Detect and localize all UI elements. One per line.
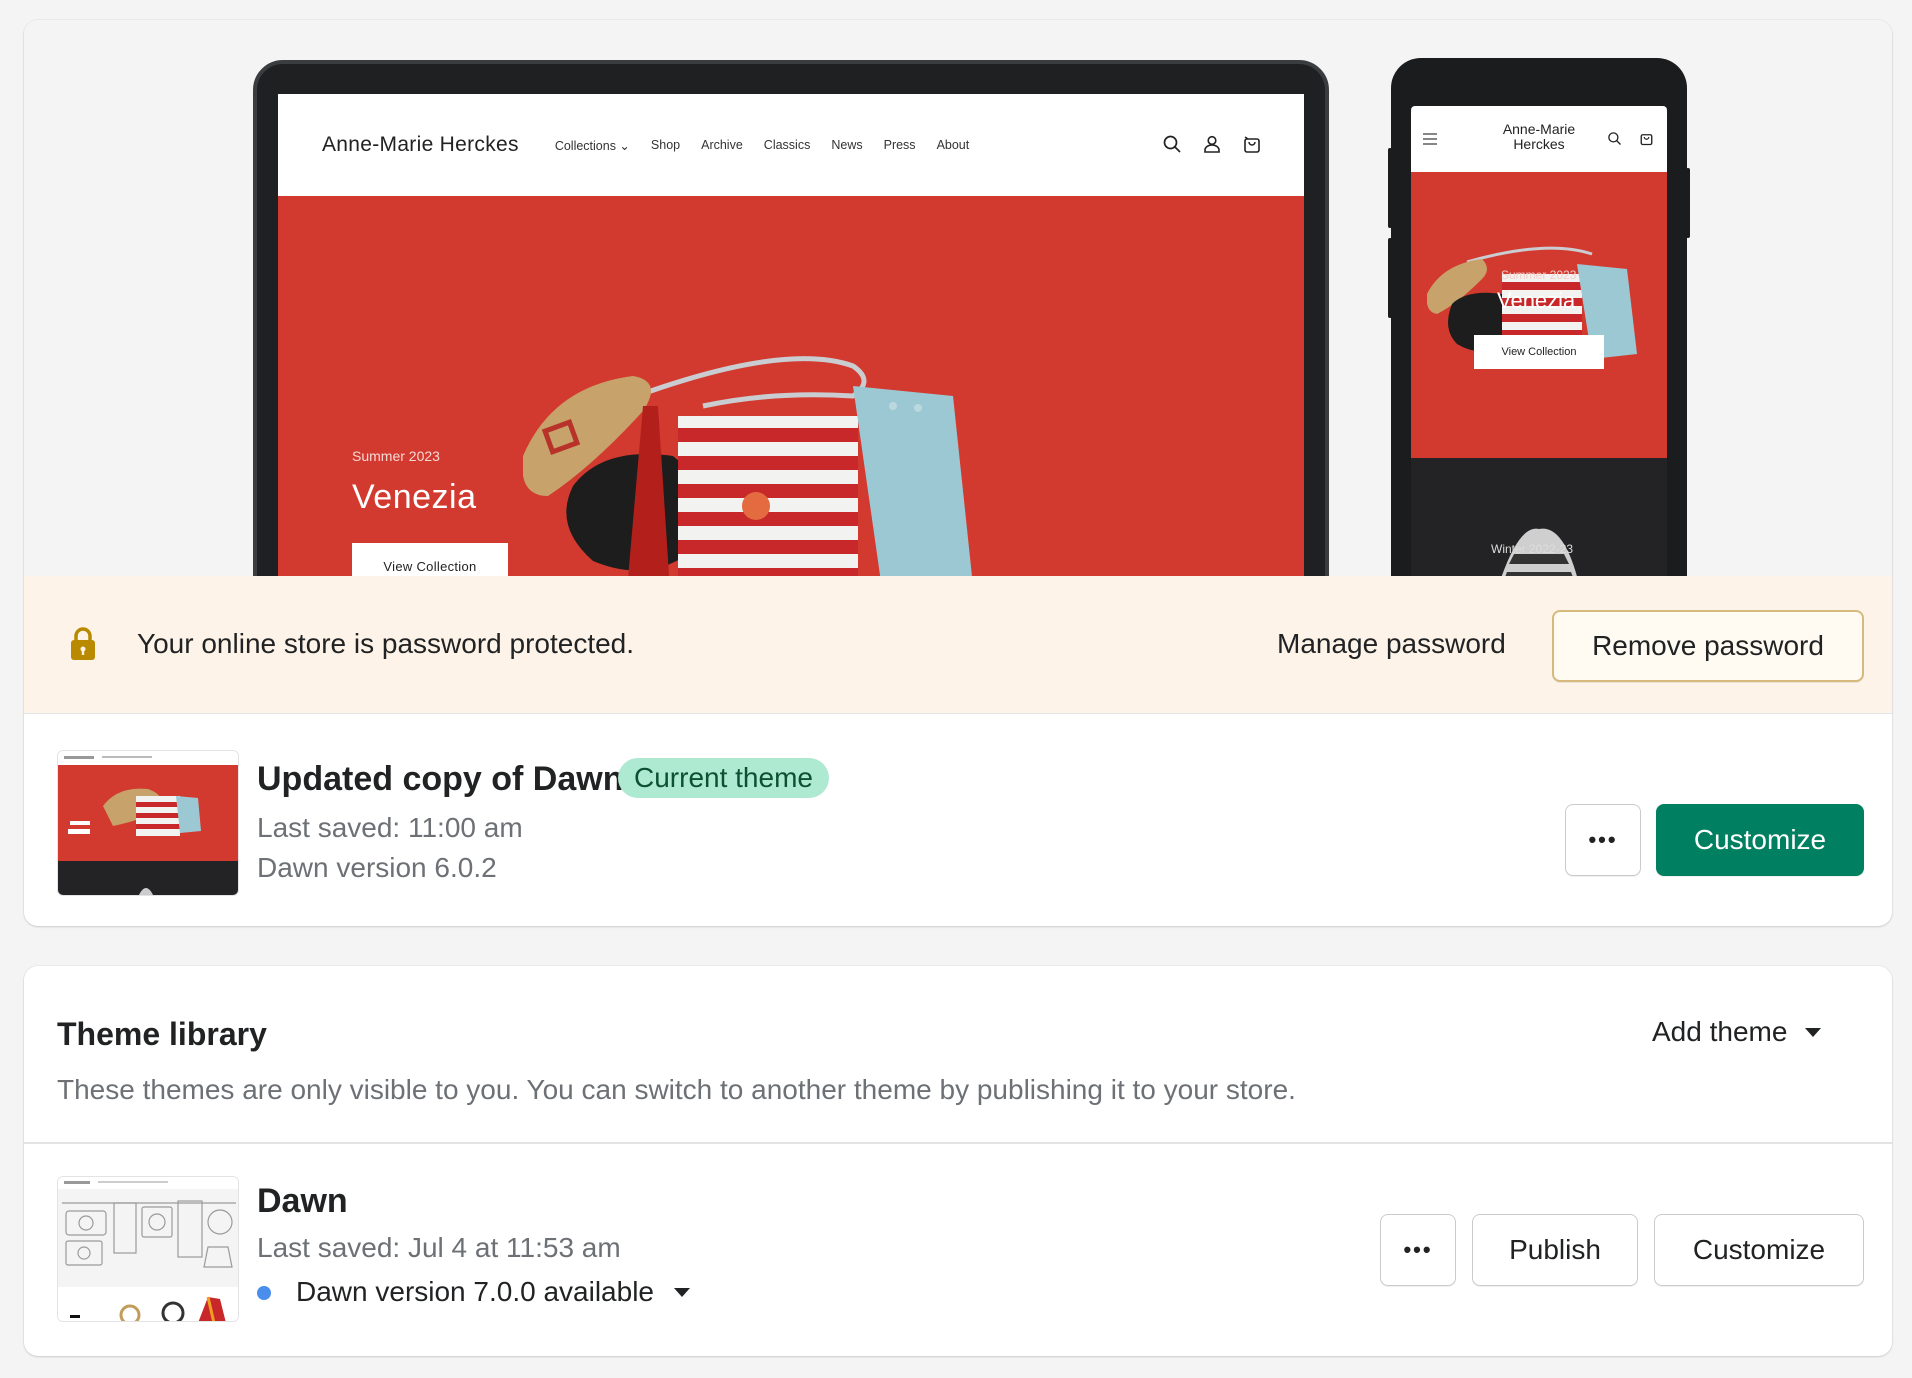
dawn-update-available-dropdown[interactable]: Dawn version 7.0.0 available (296, 1276, 690, 1308)
store-nav-about: About (936, 137, 970, 152)
store-nav-archive: Archive (701, 137, 743, 152)
current-theme-more-actions-button[interactable]: ••• (1565, 804, 1641, 876)
password-protection-banner: Your online store is password protected.… (24, 576, 1892, 714)
search-icon (1608, 132, 1621, 145)
cart-icon (1244, 136, 1260, 153)
desktop-preview-frame: Anne-Marie Herckes Collections ⌄ Shop Ar… (253, 60, 1329, 576)
current-theme-last-saved: Last saved: 11:00 am (257, 812, 523, 843)
phone-side-button (1388, 148, 1392, 228)
mobile-hero-subtitle: Summer 2023 (1501, 268, 1577, 282)
theme-library-title: Theme library (57, 1016, 267, 1052)
current-theme-customize-button[interactable]: Customize (1656, 804, 1864, 876)
mobile-store-header: Anne-Marie Herckes (1411, 106, 1667, 172)
current-theme-thumbnail[interactable] (57, 750, 239, 896)
hero-product-image (523, 356, 972, 576)
mobile-hero-title: Venezia (1497, 288, 1576, 313)
current-theme-thumbnail-image (58, 751, 238, 895)
dawn-theme-name: Dawn (257, 1182, 348, 1220)
caret-down-icon (1805, 1027, 1822, 1037)
password-protected-message: Your online store is password protected. (137, 628, 635, 659)
phone-side-button (1388, 238, 1392, 318)
theme-library-card: Theme library Add theme These themes are… (24, 966, 1892, 1356)
mobile-hero-banner: Summer 2023 Venezia View Collection (1411, 172, 1667, 458)
store-nav-shop: Shop (650, 137, 681, 152)
current-theme-badge: Current theme (618, 758, 829, 798)
store-nav: Collections ⌄ Shop Archive Classics News… (555, 138, 969, 153)
hero-view-collection-button: View Collection (352, 543, 508, 576)
mobile-store-logo: Anne-Marie Herckes (1502, 121, 1576, 152)
mobile-preview-screen: Anne-Marie Herckes Summer 2023 Venezia V… (1411, 106, 1667, 576)
mobile-second-collection: Winter 2022-23 (1411, 458, 1667, 576)
update-available-dot (257, 1286, 271, 1300)
theme-library-description: These themes are only visible to you. Yo… (57, 1074, 1296, 1105)
hero-title: Venezia (352, 478, 477, 516)
manage-password-link[interactable]: Manage password (1277, 628, 1506, 660)
store-header: Anne-Marie Herckes Collections ⌄ Shop Ar… (278, 94, 1304, 196)
store-nav-news: News (831, 137, 863, 152)
dawn-theme-last-saved: Last saved: Jul 4 at 11:53 am (257, 1232, 621, 1263)
current-theme-card: Anne-Marie Herckes Collections ⌄ Shop Ar… (24, 20, 1892, 926)
search-icon (1163, 135, 1181, 153)
store-nav-collections: Collections ⌄ (554, 138, 630, 153)
store-nav-classics: Classics (763, 137, 811, 152)
current-theme-row: Updated copy of Dawn Current theme Last … (24, 714, 1892, 926)
dawn-theme-thumbnail[interactable] (57, 1176, 239, 1322)
store-logo: Anne-Marie Herckes (322, 133, 519, 156)
add-theme-label: Add theme (1652, 1016, 1788, 1047)
add-theme-dropdown[interactable]: Add theme (1652, 1016, 1822, 1048)
dawn-publish-button[interactable]: Publish (1472, 1214, 1638, 1286)
lock-icon (71, 627, 95, 660)
current-theme-name: Updated copy of Dawn (257, 760, 624, 798)
hero-banner: Summer 2023 Venezia View Collection (278, 196, 1304, 576)
account-icon (1204, 135, 1220, 153)
dawn-update-label: Dawn version 7.0.0 available (296, 1276, 654, 1307)
mobile-preview-frame: Anne-Marie Herckes Summer 2023 Venezia V… (1388, 58, 1690, 576)
caret-down-icon (673, 1287, 690, 1297)
theme-preview[interactable]: Anne-Marie Herckes Collections ⌄ Shop Ar… (24, 20, 1892, 576)
hero-subtitle: Summer 2023 (352, 448, 440, 464)
dawn-theme-thumbnail-image (58, 1177, 238, 1321)
divider (24, 1142, 1892, 1144)
cart-icon (1640, 134, 1653, 146)
mobile-collection-title: Winter 2022-23 (1491, 542, 1574, 556)
remove-password-button[interactable]: Remove password (1552, 610, 1864, 682)
store-nav-press: Press (883, 137, 916, 152)
phone-side-button (1686, 168, 1690, 238)
current-theme-version: Dawn version 6.0.2 (257, 852, 497, 883)
dawn-customize-button[interactable]: Customize (1654, 1214, 1864, 1286)
mobile-hero-view-collection-button: View Collection (1474, 335, 1604, 369)
menu-icon (1423, 133, 1437, 145)
dawn-more-actions-button[interactable]: ••• (1380, 1214, 1456, 1286)
desktop-preview-screen: Anne-Marie Herckes Collections ⌄ Shop Ar… (278, 94, 1304, 576)
